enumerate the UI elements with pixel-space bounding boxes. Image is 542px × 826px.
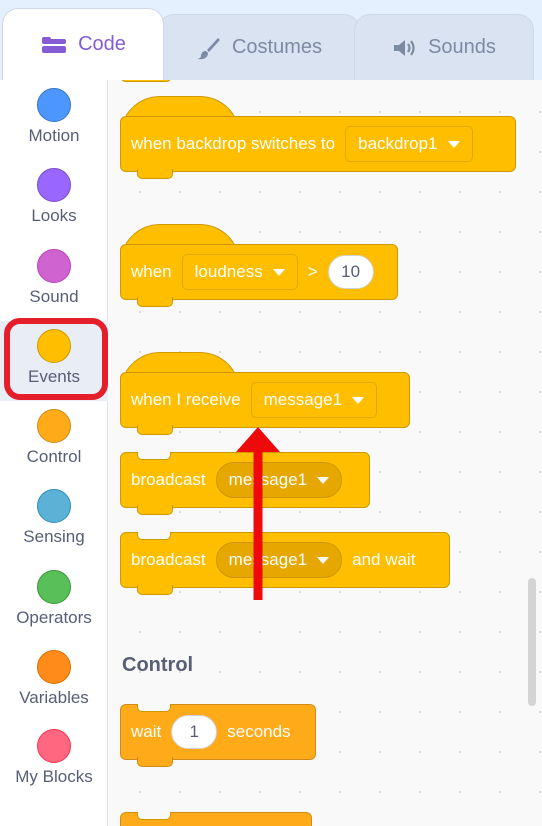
category-looks[interactable]: Looks (0, 160, 108, 240)
caret-down-icon (447, 140, 460, 148)
broadcast-block[interactable]: broadcast message1 (120, 452, 370, 515)
block-text: broadcast (131, 470, 206, 489)
tab-sounds[interactable]: Sounds (354, 14, 534, 80)
vertical-scrollbar[interactable] (528, 578, 536, 706)
tab-costumes[interactable]: Costumes (158, 14, 360, 80)
category-operators[interactable]: Operators (0, 562, 108, 642)
partial-block[interactable] (120, 80, 172, 82)
motion-color-dot (37, 88, 71, 122)
category-label: Sensing (23, 527, 85, 546)
category-label: Operators (16, 608, 92, 627)
block-text: when backdrop switches to (131, 134, 336, 153)
looks-color-dot (37, 168, 71, 202)
variables-color-dot (37, 650, 71, 684)
category-sensing[interactable]: Sensing (0, 481, 108, 561)
partial-control-block[interactable] (120, 812, 312, 826)
sensing-color-dot (37, 489, 71, 523)
caret-down-icon (352, 396, 365, 404)
sensor-dropdown[interactable]: loudness (181, 254, 298, 290)
tab-code-label: Code (78, 33, 126, 55)
block-palette: when backdrop switches to backdrop1 when… (108, 80, 542, 826)
block-suffix: seconds (227, 722, 291, 741)
when-loudness-block[interactable]: when loudness > 10 (120, 244, 398, 307)
dropdown-value: message1 (228, 550, 308, 569)
my-blocks-color-dot (37, 729, 71, 763)
block-text: when I receive (131, 390, 241, 409)
tab-sounds-label: Sounds (428, 36, 496, 58)
category-label: My Blocks (15, 767, 93, 786)
block-text: broadcast (131, 550, 206, 569)
events-highlight-annotation (4, 318, 108, 400)
wait-block[interactable]: wait 1 seconds (120, 704, 316, 767)
section-title-control: Control (122, 654, 194, 676)
when-backdrop-switches-block[interactable]: when backdrop switches to backdrop1 (120, 116, 516, 179)
tab-costumes-label: Costumes (231, 36, 323, 58)
speaker-icon (392, 37, 418, 59)
message-dropdown[interactable]: message1 (215, 542, 343, 578)
block-text: when (131, 262, 172, 281)
category-sound[interactable]: Sound (0, 241, 108, 321)
operators-color-dot (37, 570, 71, 604)
sound-color-dot (37, 249, 71, 283)
dropdown-value: message1 (263, 390, 343, 409)
category-label: Variables (19, 688, 89, 707)
message-dropdown[interactable]: message1 (215, 462, 343, 498)
dropdown-value: loudness (194, 262, 263, 281)
category-label: Control (26, 447, 82, 466)
tab-code[interactable]: Code (2, 8, 164, 80)
when-i-receive-block[interactable]: when I receive message1 (120, 372, 410, 435)
code-icon (40, 34, 68, 56)
backdrop-dropdown[interactable]: backdrop1 (345, 126, 473, 162)
category-label: Motion (28, 126, 80, 145)
loudness-value-input[interactable]: 10 (327, 255, 374, 289)
wait-seconds-input[interactable]: 1 (171, 715, 218, 749)
category-my-blocks[interactable]: My Blocks (0, 721, 108, 801)
caret-down-icon (272, 268, 285, 276)
category-menu: Motion Looks Sound Events Control Sensin… (0, 80, 108, 826)
category-motion[interactable]: Motion (0, 80, 108, 160)
category-label: Sound (29, 287, 79, 306)
category-variables[interactable]: Variables (0, 642, 108, 722)
caret-down-icon (317, 476, 330, 484)
block-text: wait (131, 722, 162, 741)
category-control[interactable]: Control (0, 401, 108, 481)
broadcast-and-wait-block[interactable]: broadcast message1 and wait (120, 532, 450, 595)
caret-down-icon (317, 556, 330, 564)
block-suffix: and wait (352, 550, 416, 569)
paintbrush-icon (196, 35, 222, 61)
control-color-dot (37, 409, 71, 443)
dropdown-value: backdrop1 (358, 134, 438, 153)
dropdown-value: message1 (228, 470, 308, 489)
category-label: Looks (31, 206, 77, 225)
message-dropdown[interactable]: message1 (250, 382, 378, 418)
operator-text: > (307, 262, 318, 281)
